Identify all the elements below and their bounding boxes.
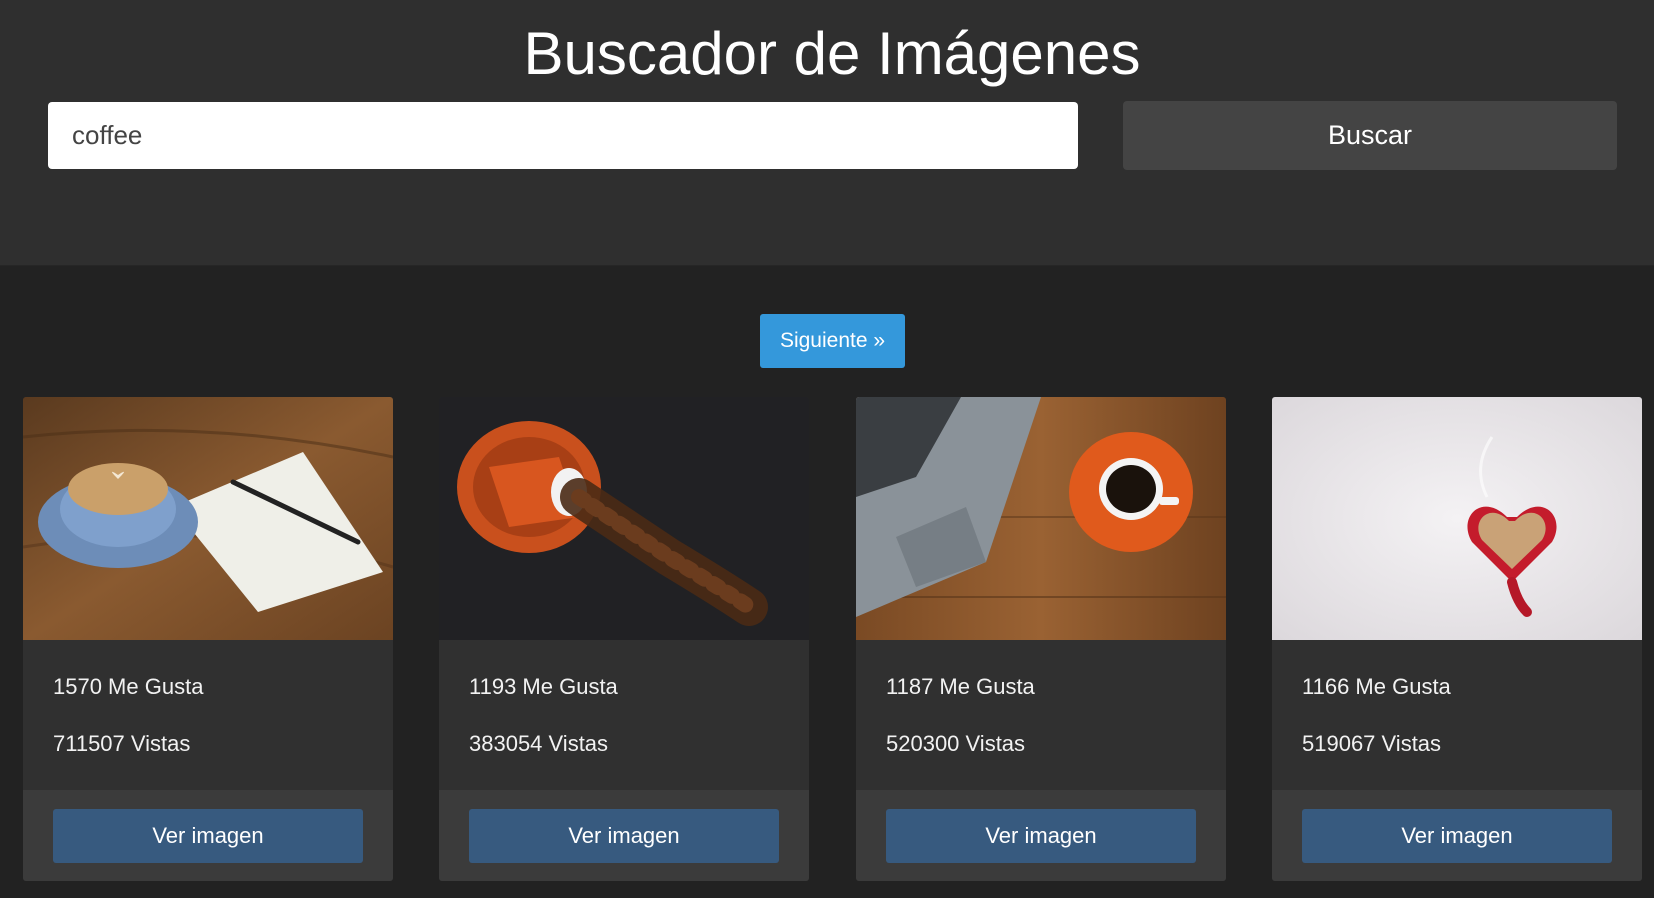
result-card: 1187 Me Gusta 520300 Vistas Ver imagen — [856, 397, 1226, 881]
view-image-button[interactable]: Ver imagen — [469, 809, 779, 863]
card-footer: Ver imagen — [1272, 790, 1642, 881]
result-card: 1193 Me Gusta 383054 Vistas Ver imagen — [439, 397, 809, 881]
likes-count: 1166 Me Gusta — [1302, 674, 1451, 699]
result-card: 1166 Me Gusta 519067 Vistas Ver imagen — [1272, 397, 1642, 881]
views-count: 519067 Vistas — [1302, 731, 1442, 756]
card-footer: Ver imagen — [23, 790, 393, 881]
view-image-button[interactable]: Ver imagen — [886, 809, 1196, 863]
result-card: 1570 Me Gusta 711507 Vistas Ver imagen — [23, 397, 393, 881]
likes-count: 1570 Me Gusta — [53, 674, 204, 699]
card-footer: Ver imagen — [856, 790, 1226, 881]
latte-notebook-photo — [23, 397, 393, 640]
laptop-coffee-cup-photo — [856, 397, 1226, 640]
page-title: Buscador de Imágenes — [523, 20, 1141, 87]
header: Buscador de Imágenes Buscar — [0, 0, 1654, 266]
likes-count: 1193 Me Gusta — [469, 674, 618, 699]
views-count: 520300 Vistas — [886, 731, 1026, 756]
card-footer: Ver imagen — [439, 790, 809, 881]
next-page-button[interactable]: Siguiente » — [760, 314, 905, 368]
views-count: 383054 Vistas — [469, 731, 609, 756]
views-count: 711507 Vistas — [53, 731, 191, 756]
likes-count: 1187 Me Gusta — [886, 674, 1035, 699]
search-input[interactable] — [48, 102, 1078, 169]
view-image-button[interactable]: Ver imagen — [1302, 809, 1612, 863]
view-image-button[interactable]: Ver imagen — [53, 809, 363, 863]
heart-mug-snow-photo — [1272, 397, 1642, 640]
spilled-coffee-beans-photo — [439, 397, 809, 640]
search-button[interactable]: Buscar — [1123, 101, 1617, 170]
